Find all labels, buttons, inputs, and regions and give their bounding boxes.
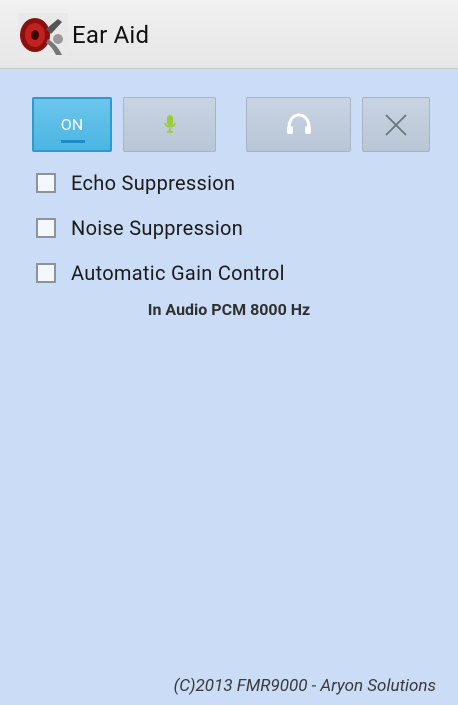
on-label: ON: [60, 115, 84, 134]
toggle-indicator: [61, 140, 85, 143]
noise-suppression-checkbox[interactable]: [36, 218, 56, 238]
ear-horn-icon[interactable]: [18, 13, 68, 57]
on-toggle-button[interactable]: ON: [32, 97, 112, 152]
close-button[interactable]: [362, 97, 430, 152]
action-bar: Ear Aid: [0, 0, 458, 69]
echo-suppression-option[interactable]: Echo Suppression: [36, 168, 235, 198]
automatic-gain-control-label: Automatic Gain Control: [71, 261, 285, 285]
automatic-gain-control-option[interactable]: Automatic Gain Control: [36, 258, 285, 288]
echo-suppression-label: Echo Suppression: [71, 171, 236, 195]
app-title: Ear Aid: [72, 21, 150, 49]
microphone-button[interactable]: [123, 97, 216, 152]
headset-icon: [286, 112, 311, 134]
main-content: [0, 69, 458, 705]
audio-status-text: In Audio PCM 8000 Hz: [147, 300, 311, 319]
copyright-footer: (C)2013 FMR9000 - Aryon Solutions: [173, 676, 436, 696]
close-icon: [385, 113, 407, 136]
noise-suppression-option[interactable]: Noise Suppression: [36, 213, 243, 243]
headset-button[interactable]: [246, 97, 351, 152]
automatic-gain-control-checkbox[interactable]: [36, 263, 56, 283]
microphone-icon: [163, 114, 176, 133]
noise-suppression-label: Noise Suppression: [71, 216, 244, 240]
echo-suppression-checkbox[interactable]: [36, 173, 56, 193]
